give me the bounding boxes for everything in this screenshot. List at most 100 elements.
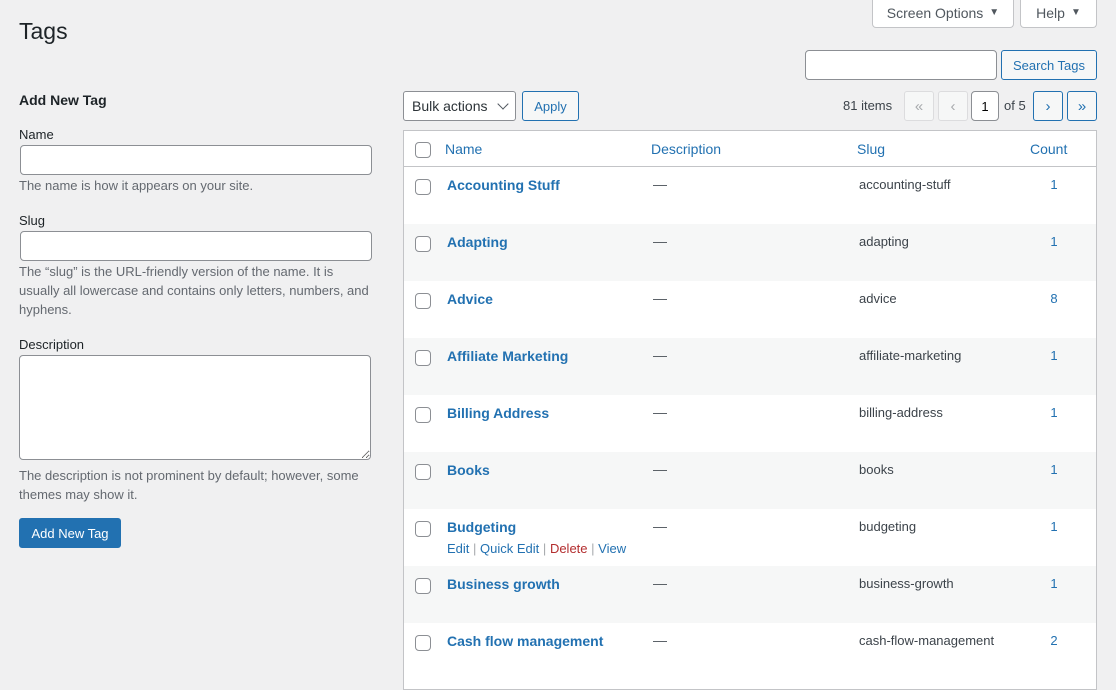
table-row: Advice — advice 8 [404,281,1096,338]
view-link[interactable]: View [598,541,626,556]
row-checkbox[interactable] [415,635,431,651]
tag-name-link[interactable]: Books [447,462,490,478]
separator: | [542,541,547,556]
page-title: Tags [19,18,68,44]
next-page-button[interactable]: › [1033,91,1063,121]
tag-description: — [653,176,667,192]
row-actions: Edit | Quick Edit | Delete | View [447,541,626,556]
table-row: Adapting — adapting 1 [404,224,1096,281]
total-pages: of 5 [1004,98,1026,113]
tag-count-link[interactable]: 1 [1044,234,1064,249]
tag-slug: billing-address [859,405,943,420]
tag-description: — [653,404,667,420]
tag-count-link[interactable]: 1 [1044,405,1064,420]
tag-name-link[interactable]: Accounting Stuff [447,177,560,193]
chevron-down-icon [497,98,509,110]
row-checkbox[interactable] [415,236,431,252]
tag-count-link[interactable]: 1 [1044,519,1064,534]
tag-name-link[interactable]: Affiliate Marketing [447,348,568,364]
edit-link[interactable]: Edit [447,541,469,556]
search-tags-button[interactable]: Search Tags [1001,50,1097,80]
tag-name-link[interactable]: Budgeting [447,519,516,535]
bulk-actions-value: Bulk actions [412,98,488,114]
tag-description: — [653,233,667,249]
help-label: Help [1036,4,1065,21]
row-checkbox[interactable] [415,179,431,195]
table-header: Name Description Slug Count [404,131,1096,167]
tag-description: — [653,347,667,363]
help-button[interactable]: Help ▼ [1020,0,1097,28]
tag-slug: cash-flow-management [859,633,995,648]
tag-description: — [653,632,667,648]
separator: | [473,541,477,556]
table-row: Budgeting — budgeting 1 Edit | Quick Edi… [404,509,1096,566]
table-row: Cash flow management — cash-flow-managem… [404,623,1096,680]
current-page-input[interactable] [971,91,999,121]
description-field[interactable] [19,355,371,460]
tag-count-link[interactable]: 2 [1044,633,1064,648]
apply-button[interactable]: Apply [522,91,579,121]
tag-name-link[interactable]: Adapting [447,234,508,250]
tag-slug: books [859,462,894,477]
first-page-button[interactable]: « [904,91,934,121]
table-row: Business growth — business-growth 1 [404,566,1096,623]
tags-table: Name Description Slug Count Accounting S… [403,130,1097,690]
tag-name-link[interactable]: Business growth [447,576,560,592]
tag-slug: accounting-stuff [859,177,951,192]
column-header-count[interactable]: Count [1030,141,1067,157]
column-header-slug[interactable]: Slug [857,141,885,157]
slug-help-text: The “slug” is the URL-friendly version o… [19,264,369,317]
delete-link[interactable]: Delete [550,541,588,556]
description-help-text: The description is not prominent by defa… [19,468,359,502]
table-row: Affiliate Marketing — affiliate-marketin… [404,338,1096,395]
table-row: Billing Address — billing-address 1 [404,395,1096,452]
tag-count-link[interactable]: 1 [1044,462,1064,477]
last-page-button[interactable]: » [1067,91,1097,121]
form-heading: Add New Tag [19,92,107,108]
add-new-tag-button[interactable]: Add New Tag [19,518,121,548]
tag-count-link[interactable]: 1 [1044,177,1064,192]
column-header-description[interactable]: Description [651,141,721,157]
table-row: Accounting Stuff — accounting-stuff 1 [404,167,1096,224]
row-checkbox[interactable] [415,578,431,594]
quick-edit-link[interactable]: Quick Edit [480,541,539,556]
row-checkbox[interactable] [415,407,431,423]
tag-slug: affiliate-marketing [859,348,962,363]
tag-name-link[interactable]: Billing Address [447,405,549,421]
name-field[interactable] [20,145,372,175]
row-checkbox[interactable] [415,350,431,366]
screen-options-label: Screen Options [886,4,984,21]
search-input[interactable] [805,50,997,80]
tag-description: — [653,575,667,591]
tag-count-link[interactable]: 1 [1044,348,1064,363]
tag-slug: adapting [859,234,909,249]
slug-label: Slug [19,213,46,228]
slug-field[interactable] [20,231,372,261]
separator: | [591,541,595,556]
items-count: 81 items [843,98,893,113]
caret-down-icon: ▼ [1070,7,1081,18]
table-row: Books — books 1 [404,452,1096,509]
description-label: Description [19,337,85,352]
tag-description: — [653,461,667,477]
tag-slug: business-growth [859,576,954,591]
screen-options-button[interactable]: Screen Options ▼ [872,0,1014,28]
caret-down-icon: ▼ [989,7,1000,18]
tag-name-link[interactable]: Advice [447,291,493,307]
prev-page-button[interactable]: ‹ [938,91,968,121]
tag-slug: budgeting [859,519,917,534]
tag-name-link[interactable]: Cash flow management [447,633,603,649]
select-all-checkbox[interactable] [415,142,431,158]
tag-count-link[interactable]: 1 [1044,576,1064,591]
column-header-name[interactable]: Name [445,141,482,157]
row-checkbox[interactable] [415,293,431,309]
tag-description: — [653,518,667,534]
bulk-actions-select[interactable]: Bulk actions [403,91,516,121]
tag-description: — [653,290,667,306]
name-help-text: The name is how it appears on your site. [19,178,254,193]
tag-count-link[interactable]: 8 [1044,291,1064,306]
row-checkbox[interactable] [415,521,431,537]
tag-slug: advice [859,291,897,306]
name-label: Name [19,127,54,142]
row-checkbox[interactable] [415,464,431,480]
